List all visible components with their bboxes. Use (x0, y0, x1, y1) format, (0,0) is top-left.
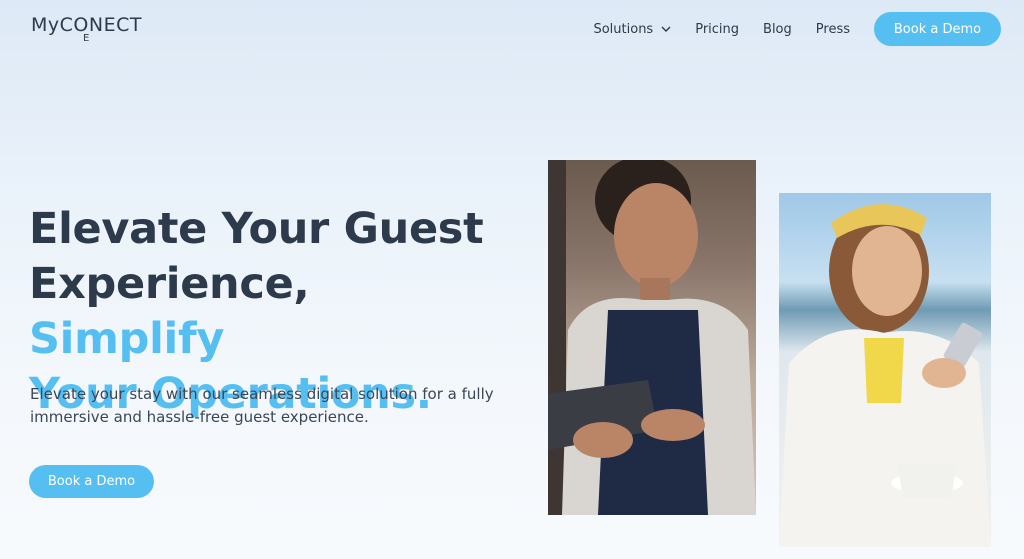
nav-pricing-label: Pricing (695, 21, 740, 37)
nav-solutions[interactable]: Solutions (593, 22, 671, 37)
hero-title-line2b: Simplify (29, 314, 225, 364)
hero-title-line1: Elevate Your Guest (29, 204, 484, 254)
main-nav: Solutions Pricing Blog Press Book a Demo (593, 12, 1001, 46)
woman-illustration (779, 204, 991, 547)
nav-blog-label: Blog (763, 21, 792, 37)
waiter-photo (548, 160, 756, 515)
header-book-demo-button[interactable]: Book a Demo (874, 12, 1001, 46)
hero-book-demo-button[interactable]: Book a Demo (29, 465, 154, 498)
hero-title-line2a: Experience, (29, 259, 310, 309)
nav-pricing[interactable]: Pricing (695, 22, 739, 37)
logo-sub: E (83, 33, 90, 44)
logo[interactable]: MyCONECT E (31, 14, 142, 44)
nav-press[interactable]: Press (816, 22, 850, 37)
waiter-illustration (548, 160, 756, 515)
nav-blog[interactable]: Blog (763, 22, 792, 37)
chevron-down-icon (661, 26, 671, 32)
woman-photo (779, 193, 991, 547)
hero-subtitle: Elevate your stay with our seamless digi… (30, 385, 494, 426)
nav-solutions-label: Solutions (593, 21, 654, 37)
nav-press-label: Press (815, 21, 850, 37)
